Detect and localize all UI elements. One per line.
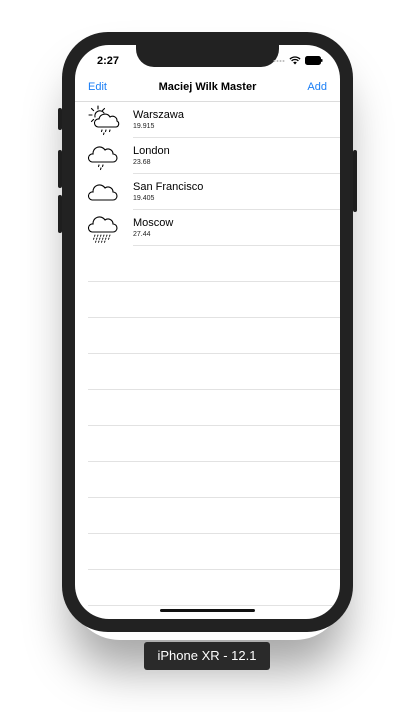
power-button xyxy=(353,150,357,212)
volume-down-button xyxy=(58,195,62,233)
row-divider xyxy=(88,605,340,606)
city-temperature: 19.405 xyxy=(133,195,155,202)
navigation-bar: Edit Maciej Wilk Master Add xyxy=(75,76,340,102)
city-row-san-francisco[interactable]: San Francisco 19.405 xyxy=(75,174,340,210)
signal-icon xyxy=(273,52,285,70)
city-name: London xyxy=(133,145,170,157)
empty-row xyxy=(75,498,340,534)
cloud-drizzle-icon xyxy=(87,140,121,172)
city-temperature: 27.44 xyxy=(133,231,151,238)
device-label: iPhone XR - 12.1 xyxy=(144,642,270,670)
mute-switch xyxy=(58,108,62,130)
volume-up-button xyxy=(58,150,62,188)
city-name: San Francisco xyxy=(133,181,204,193)
city-name: Warszawa xyxy=(133,109,184,121)
city-row-moscow[interactable]: Moscow 27.44 xyxy=(75,210,340,246)
city-temperature: 23.68 xyxy=(133,159,151,166)
empty-row xyxy=(75,462,340,498)
city-name: Moscow xyxy=(133,217,174,229)
status-icons xyxy=(273,56,323,66)
empty-row xyxy=(75,570,340,606)
empty-row xyxy=(75,426,340,462)
sun-cloud-drizzle-icon xyxy=(87,104,121,136)
empty-row xyxy=(75,318,340,354)
city-row-london[interactable]: London 23.68 xyxy=(75,138,340,174)
cloud-rain-icon xyxy=(87,212,121,244)
notch xyxy=(136,45,279,67)
status-time: 2:27 xyxy=(97,55,120,67)
home-indicator[interactable] xyxy=(160,609,255,612)
wifi-icon xyxy=(289,52,301,70)
empty-row xyxy=(75,246,340,282)
city-list: Warszawa 19.915 London 23.68 San Francis… xyxy=(75,102,340,606)
empty-row xyxy=(75,354,340,390)
empty-row xyxy=(75,282,340,318)
empty-row xyxy=(75,390,340,426)
screen: 2:27 Edit Maciej Wilk Master Add Warszaw… xyxy=(75,45,340,619)
battery-icon xyxy=(305,52,323,70)
cloud-icon xyxy=(87,176,121,208)
city-row-warszawa[interactable]: Warszawa 19.915 xyxy=(75,102,340,138)
empty-row xyxy=(75,534,340,570)
nav-title: Maciej Wilk Master xyxy=(158,81,257,93)
city-temperature: 19.915 xyxy=(133,123,155,130)
add-button[interactable]: Add xyxy=(307,81,327,93)
